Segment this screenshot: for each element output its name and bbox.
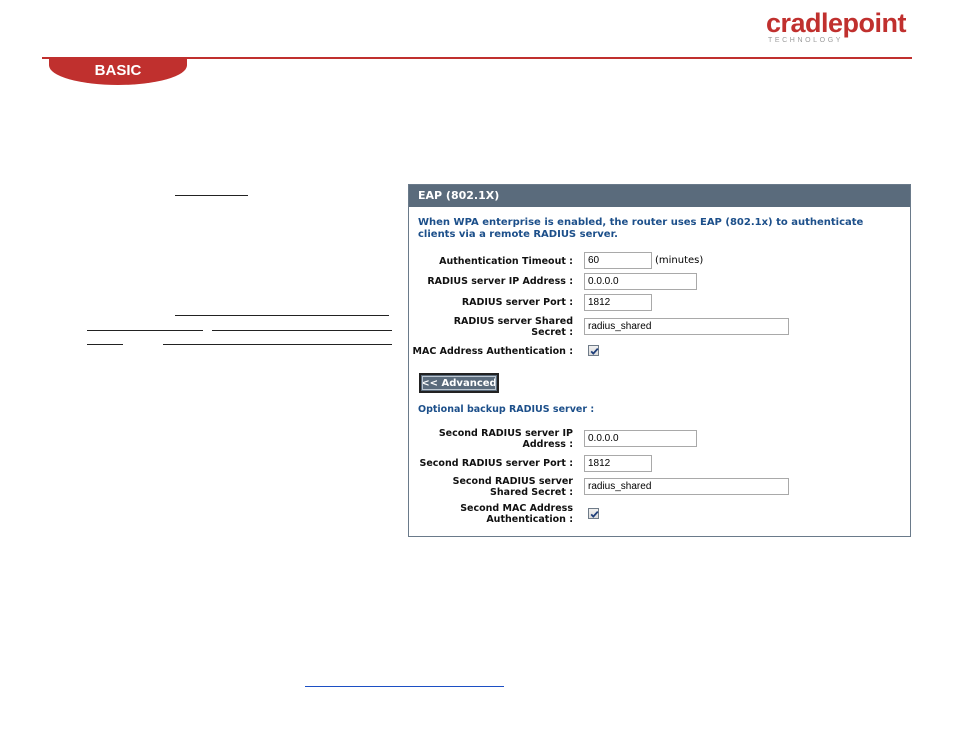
text-underline (212, 330, 392, 331)
auth-timeout-label: Authentication Timeout : (439, 256, 573, 267)
text-underline (175, 315, 389, 316)
section-tab-basic: BASIC (49, 59, 187, 85)
second-secret-label-line2: Shared Secret : (490, 487, 573, 498)
radius-secret-input[interactable] (584, 318, 789, 335)
logo-tagline: TECHNOLOGY (768, 37, 844, 44)
second-port-input[interactable] (584, 455, 652, 472)
second-port-label: Second RADIUS server Port : (419, 458, 574, 469)
radius-secret-label-line2: Secret : (531, 327, 573, 338)
second-secret-input[interactable] (584, 478, 789, 495)
second-secret-label-line1: Second RADIUS server (452, 476, 573, 487)
radius-secret-label: RADIUS server Shared Secret : (454, 316, 573, 338)
mac-auth-checkbox[interactable] (588, 345, 599, 356)
checkmark-icon (590, 510, 599, 518)
auth-timeout-input[interactable] (584, 252, 652, 269)
text-underline (87, 330, 203, 331)
radius-ip-input[interactable] (584, 273, 697, 290)
second-mac-label: Second MAC Address Authentication : (460, 503, 573, 525)
panel-description: When WPA enterprise is enabled, the rout… (418, 217, 864, 240)
radius-secret-label-line1: RADIUS server Shared (453, 316, 573, 327)
advanced-toggle-button[interactable]: << Advanced (419, 373, 499, 393)
radius-port-input[interactable] (584, 294, 652, 311)
second-ip-label: Second RADIUS server IP Address : (439, 428, 573, 450)
second-ip-input[interactable] (584, 430, 697, 447)
optional-backup-label: Optional backup RADIUS server : (418, 404, 595, 415)
cradlepoint-logo: cradlepoint TECHNOLOGY (766, 8, 916, 44)
checkmark-icon (590, 347, 599, 355)
text-underline (305, 686, 504, 687)
second-mac-label-line2: Authentication : (486, 514, 573, 525)
panel-title: EAP (802.1X) (409, 185, 910, 207)
text-underline (87, 344, 123, 345)
second-secret-label: Second RADIUS server Shared Secret : (453, 476, 573, 498)
text-underline (163, 344, 392, 345)
radius-ip-label: RADIUS server IP Address : (427, 276, 573, 287)
auth-timeout-unit: (minutes) (655, 255, 704, 266)
logo-wordmark: cradlepoint (766, 8, 907, 38)
second-mac-checkbox[interactable] (588, 508, 599, 519)
second-ip-label-line1: Second RADIUS server IP (438, 428, 573, 439)
mac-auth-label: MAC Address Authentication : (412, 346, 573, 357)
text-underline (175, 195, 248, 196)
second-mac-label-line1: Second MAC Address (460, 503, 573, 514)
second-ip-label-line2: Address : (522, 439, 574, 450)
eap-settings-panel: EAP (802.1X) When WPA enterprise is enab… (408, 184, 911, 537)
radius-port-label: RADIUS server Port : (461, 297, 573, 308)
